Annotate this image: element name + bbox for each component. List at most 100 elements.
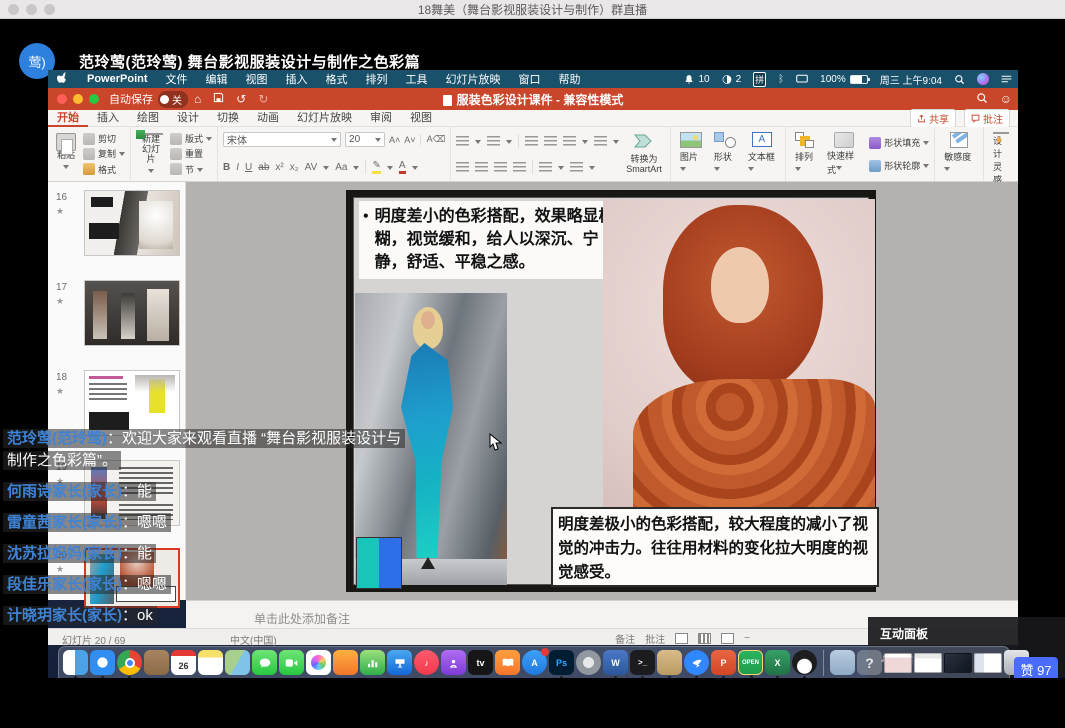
- dock-photos-icon[interactable]: [306, 650, 331, 675]
- menu-help[interactable]: 帮助: [550, 71, 590, 87]
- numbering-button[interactable]: [487, 136, 500, 146]
- tab-review[interactable]: 审阅: [361, 110, 401, 127]
- comments-button[interactable]: 批注: [964, 109, 1010, 128]
- clear-format-button[interactable]: A⌫: [420, 134, 446, 145]
- increase-indent-button[interactable]: [544, 136, 557, 146]
- slide-sorter-view-button[interactable]: [698, 633, 711, 644]
- dock-dingtalk-icon[interactable]: [684, 650, 709, 675]
- dock-contacts-icon[interactable]: [144, 650, 169, 675]
- ppt-zoom-button[interactable]: [89, 94, 99, 104]
- notes-toggle[interactable]: 备注: [615, 631, 635, 646]
- align-center-button[interactable]: [475, 162, 488, 172]
- comments-toggle[interactable]: 批注: [645, 631, 665, 646]
- slide-caption-textbox[interactable]: 明度差极小的色彩搭配，较大程度的减小了视觉的冲击力。往往用材料的变化拉大明度的视…: [551, 507, 879, 587]
- slide-thumbnail-16[interactable]: [84, 190, 180, 256]
- dock-minimized-qq-window[interactable]: [884, 653, 912, 673]
- shield-status-icon[interactable]: 2: [716, 74, 748, 85]
- autosave-toggle[interactable]: 关: [158, 91, 188, 108]
- dock-finder-icon[interactable]: [63, 650, 88, 675]
- dock-app-store-icon[interactable]: A: [522, 650, 547, 675]
- tab-draw[interactable]: 绘图: [128, 110, 168, 127]
- copy-button[interactable]: 复制: [83, 147, 125, 160]
- spotlight-search-icon[interactable]: [948, 74, 971, 85]
- highlight-color-button[interactable]: ✎: [372, 160, 380, 174]
- menubar-clock[interactable]: 周三 上午9:04: [874, 72, 948, 87]
- screen-mirroring-icon[interactable]: [790, 74, 814, 84]
- dock-chrome-icon[interactable]: [117, 650, 142, 675]
- slideshow-view-button[interactable]: [721, 633, 734, 644]
- dock-calendar-icon[interactable]: 26: [171, 650, 196, 675]
- dock-system-preferences-icon[interactable]: [576, 650, 601, 675]
- arrange-button[interactable]: 排列: [791, 131, 819, 177]
- paste-button[interactable]: 粘贴: [53, 131, 79, 177]
- italic-button[interactable]: I: [236, 162, 239, 173]
- undo-icon[interactable]: ↺: [236, 92, 246, 106]
- superscript-button[interactable]: x²: [275, 162, 283, 173]
- tab-insert[interactable]: 插入: [88, 110, 128, 127]
- shape-outline-button[interactable]: 形状轮廓: [869, 159, 929, 172]
- bluetooth-icon[interactable]: ᛒ: [772, 74, 790, 85]
- font-size-select[interactable]: 20: [345, 132, 385, 147]
- sensitivity-button[interactable]: 敏感度: [940, 131, 978, 177]
- tab-transitions[interactable]: 切换: [208, 110, 248, 127]
- search-icon[interactable]: [976, 92, 988, 107]
- dock-minimized-chrome-window[interactable]: [914, 653, 942, 673]
- font-name-select[interactable]: 宋体: [223, 132, 341, 147]
- ppt-close-button[interactable]: [57, 94, 67, 104]
- dock-podcasts-icon[interactable]: [441, 650, 466, 675]
- slide-thumbnail-17[interactable]: [84, 280, 180, 346]
- convert-smartart-button[interactable]: 转换为 SmartArt: [623, 131, 665, 177]
- apple-menu[interactable]: [48, 71, 78, 87]
- menu-arrange[interactable]: 排列: [357, 71, 397, 87]
- format-painter-button[interactable]: 格式: [83, 163, 125, 176]
- menu-view[interactable]: 视图: [237, 71, 277, 87]
- menu-tools[interactable]: 工具: [397, 71, 437, 87]
- dock-safari-icon[interactable]: [90, 650, 115, 675]
- design-ideas-button[interactable]: 设计 灵感: [989, 131, 1013, 177]
- slide-bullet-text[interactable]: •明度差小的色彩搭配，效果略显模糊，视觉缓和，给人以深沉、宁静，舒适、平稳之感。: [359, 201, 617, 279]
- home-icon[interactable]: ⌂: [194, 92, 201, 106]
- underline-button[interactable]: U: [245, 162, 252, 173]
- text-direction-button[interactable]: [539, 162, 552, 172]
- tab-view[interactable]: 视图: [401, 110, 441, 127]
- feedback-smiley-icon[interactable]: ☺: [1000, 92, 1012, 106]
- dock-messages-icon[interactable]: [252, 650, 277, 675]
- line-spacing-button[interactable]: [563, 136, 576, 146]
- menu-slideshow[interactable]: 幻灯片放映: [437, 71, 510, 87]
- dock-excel-icon[interactable]: X: [765, 650, 790, 675]
- insert-shapes-button[interactable]: 形状: [710, 131, 740, 177]
- font-color-button[interactable]: A: [399, 160, 406, 174]
- dock-maps-icon[interactable]: [225, 650, 250, 675]
- dock-word-icon[interactable]: W: [603, 650, 628, 675]
- dock-terminal-icon[interactable]: >_: [630, 650, 655, 675]
- dock-photoshop-icon[interactable]: Ps: [549, 650, 574, 675]
- shrink-font-button[interactable]: A˅: [404, 135, 415, 145]
- menu-window[interactable]: 窗口: [510, 71, 550, 87]
- dock-facetime-icon[interactable]: [279, 650, 304, 675]
- dock-numbers-icon[interactable]: [360, 650, 385, 675]
- dock-notes-icon[interactable]: [198, 650, 223, 675]
- tab-slideshow[interactable]: 幻灯片放映: [288, 110, 361, 127]
- insert-textbox-button[interactable]: A文本框: [744, 131, 780, 177]
- dock-folder-icon[interactable]: [830, 650, 855, 675]
- grow-font-button[interactable]: A˄: [389, 135, 400, 145]
- ppt-minimize-button[interactable]: [73, 94, 83, 104]
- normal-view-button[interactable]: [675, 633, 688, 644]
- dock-minimized-finder-window[interactable]: [974, 653, 1002, 673]
- tab-animations[interactable]: 动画: [248, 110, 288, 127]
- input-method-icon[interactable]: 拼: [747, 72, 772, 87]
- cut-button[interactable]: 剪切: [83, 132, 125, 145]
- subscript-button[interactable]: x₂: [290, 162, 299, 173]
- minimize-window-button[interactable]: [26, 4, 37, 15]
- dock-powerpoint-icon[interactable]: P: [711, 650, 736, 675]
- menu-insert[interactable]: 插入: [277, 71, 317, 87]
- siri-icon[interactable]: [971, 73, 995, 85]
- change-case-button[interactable]: Aa: [335, 162, 347, 173]
- decrease-indent-button[interactable]: [525, 136, 538, 146]
- notification-center-icon[interactable]: [995, 74, 1018, 84]
- close-window-button[interactable]: [8, 4, 19, 15]
- align-text-button[interactable]: [570, 162, 583, 172]
- columns-button[interactable]: [594, 136, 607, 146]
- bold-button[interactable]: B: [223, 162, 230, 173]
- dock-qq-icon[interactable]: [792, 650, 817, 675]
